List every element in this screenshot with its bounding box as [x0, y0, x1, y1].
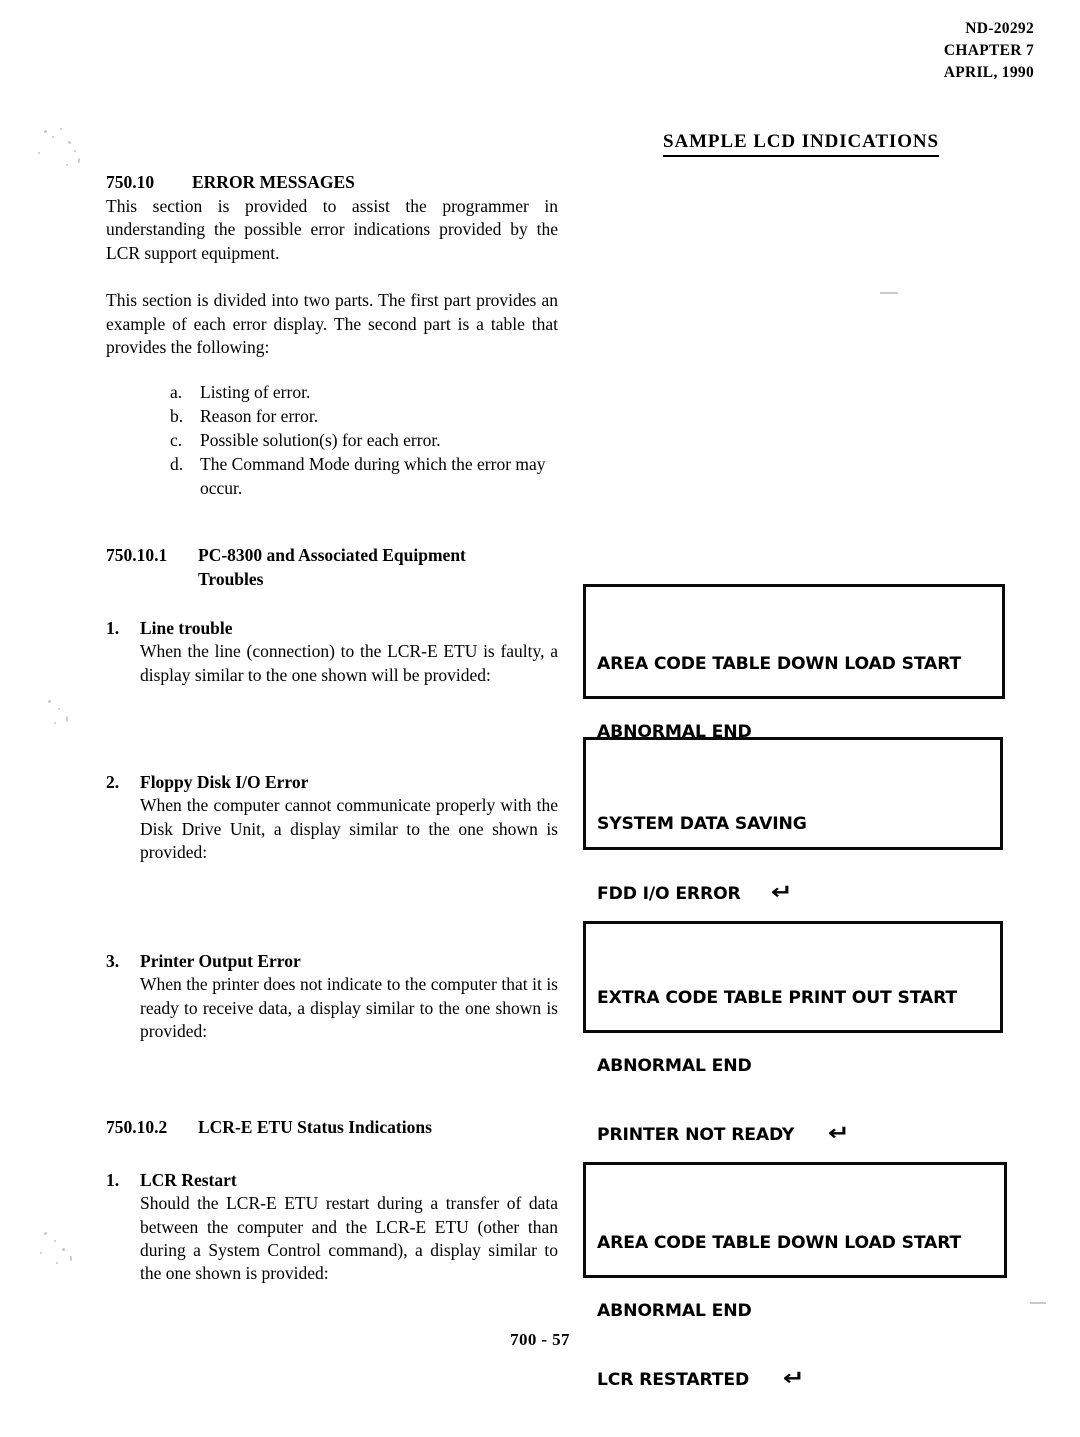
numbered-item-lcr-restart: 1. LCR Restart Should the LCR-E ETU resta… [106, 1169, 558, 1286]
lcd-line-3: PRINTER NOT READY [597, 1125, 795, 1145]
subsection-title-line-1: PC-8300 and Associated Equipment [198, 545, 466, 566]
return-arrow-icon: ↵ [770, 879, 793, 904]
provides-list: a. Listing of error. b. Reason for error. … [106, 381, 558, 500]
lcd-line-2: ABNORMAL END [597, 1055, 752, 1076]
return-arrow-icon: ↵ [828, 1121, 850, 1145]
list-item: c. Possible solution(s) for each error. [170, 429, 558, 453]
section-title: ERROR MESSAGES [192, 172, 355, 192]
list-item: b. Reason for error. [170, 405, 558, 429]
item-heading: Printer Output Error [140, 951, 301, 972]
item-body: When the line (connection) to the LCR-E … [140, 641, 558, 685]
list-item-label: a. [170, 382, 183, 403]
list-item-text: Listing of error. [200, 382, 311, 403]
subsection-number: 750.10.2 [106, 1116, 168, 1137]
lcd-line-2: FDD I/O ERROR [597, 883, 741, 904]
list-item: a. Listing of error. [170, 381, 558, 405]
subsection-heading-750-10-2: 750.10.2 LCR-E ETU Status Indications [106, 1116, 558, 1140]
list-item-text: Possible solution(s) for each error. [200, 430, 441, 451]
subsection-title-line-2: Troubles [198, 568, 264, 589]
item-heading: LCR Restart [140, 1170, 237, 1191]
item-number: 2. [106, 772, 120, 793]
page-footer: 700 - 57 [0, 1330, 1080, 1350]
lcd-line-1: EXTRA CODE TABLE PRINT OUT START [597, 988, 957, 1008]
section-paragraph-2: This section is divided into two parts. … [106, 290, 558, 358]
numbered-item-floppy-disk-io-error: 2. Floppy Disk I/O Error When the compute… [106, 771, 558, 864]
document-number: ND-20292 [965, 20, 1034, 37]
lcd-display-fdd-io-error: SYSTEM DATA SAVING FDD I/O ERROR ↵ [583, 737, 1003, 904]
page-title: SAMPLE LCD INDICATIONS [663, 131, 939, 157]
lcd-line-1: AREA CODE TABLE DOWN LOAD START [597, 654, 962, 674]
list-item-text: Reason for error. [200, 406, 319, 427]
list-item-text: The Command Mode during which the error … [200, 453, 546, 498]
lcd-line-2: ABNORMAL END [597, 1300, 752, 1321]
subsection-title: LCR-E ETU Status Indications [198, 1116, 432, 1137]
lcd-line-1: SYSTEM DATA SAVING [597, 814, 807, 834]
item-body: Should the LCR-E ETU restart during a tr… [140, 1193, 558, 1284]
lcd-display-printer-not-ready: EXTRA CODE TABLE PRINT OUT START ABNORMA… [583, 921, 1003, 1145]
return-arrow-icon: ↵ [782, 1366, 805, 1390]
item-number: 3. [106, 951, 120, 972]
lcd-line-1: AREA CODE TABLE DOWN LOAD START [597, 1233, 962, 1253]
item-number: 1. [106, 618, 120, 639]
item-heading: Line trouble [140, 618, 233, 639]
main-text-column: 750.10 ERROR MESSAGES This section is pro… [106, 172, 558, 1286]
page-number: 700 - 57 [510, 1330, 570, 1349]
lcd-line-3: LCR RESTARTED [597, 1370, 750, 1390]
section-number: 750.10 [106, 172, 155, 192]
lcd-display-lcr-restarted: AREA CODE TABLE DOWN LOAD START ABNORMAL… [583, 1162, 1007, 1390]
subsection-heading-750-10-1: 750.10.1 PC-8300 and Associated Equipment… [106, 544, 558, 591]
item-body: When the computer cannot communicate pro… [140, 795, 558, 863]
list-item: d. The Command Mode during which the erro… [170, 453, 558, 501]
publication-date: APRIL, 1990 [943, 64, 1034, 81]
list-item-label: b. [170, 406, 184, 427]
document-header: ND-20292 CHAPTER 7 APRIL, 1990 [944, 18, 1034, 84]
numbered-item-line-trouble: 1. Line trouble When the line (connection… [106, 617, 558, 687]
section-paragraph-1: This section is provided to assist the p… [106, 196, 558, 263]
item-heading: Floppy Disk I/O Error [140, 772, 309, 793]
subsection-number: 750.10.1 [106, 545, 168, 566]
list-item-label: d. [170, 453, 184, 474]
numbered-item-printer-output-error: 3. Printer Output Error When the printer … [106, 950, 558, 1043]
item-number: 1. [106, 1170, 120, 1191]
list-item-label: c. [170, 430, 183, 451]
chapter-label: CHAPTER 7 [943, 42, 1034, 59]
item-body: When the printer does not indicate to th… [140, 974, 558, 1042]
section-heading: 750.10 ERROR MESSAGES [106, 172, 558, 193]
lcd-display-line-trouble: AREA CODE TABLE DOWN LOAD START ABNORMAL… [583, 584, 1005, 811]
